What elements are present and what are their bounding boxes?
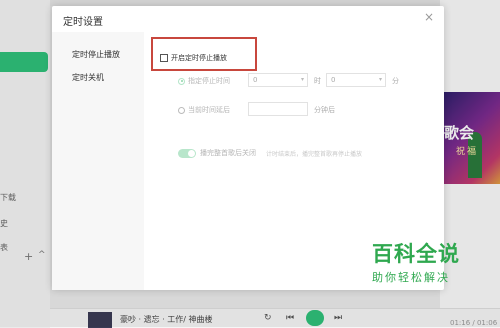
enable-timer-label: 开启定时停止播放	[171, 54, 227, 62]
minute-unit: 分	[392, 77, 399, 85]
hour-select[interactable]: 0 ▾	[248, 73, 308, 87]
dialog-title: 定时设置	[63, 17, 103, 28]
dialog-nav: 定时停止播放 定时关机	[52, 32, 144, 290]
specified-time-label: 指定停止时间	[188, 77, 230, 85]
nav-item-stop-playback[interactable]: 定时停止播放	[72, 49, 120, 60]
enable-timer-checkbox[interactable]	[160, 54, 168, 62]
finish-song-toggle[interactable]	[178, 148, 196, 158]
finish-song-row: 播完整首歌后关闭 计时结束后，播完整首歌再停止播放	[178, 148, 362, 158]
hour-value: 0	[253, 76, 258, 84]
delay-time-label: 当前时间延后	[188, 106, 230, 114]
toggle-knob	[188, 149, 195, 157]
minute-value: 0	[331, 76, 336, 84]
hour-unit: 时	[314, 77, 321, 85]
delay-minutes-input[interactable]	[248, 102, 308, 116]
watermark-title: 百科全说	[372, 242, 460, 266]
enable-timer-row[interactable]: 开启定时停止播放	[160, 53, 227, 63]
specified-time-radio[interactable]	[178, 77, 185, 85]
close-icon[interactable]: ×	[424, 11, 434, 23]
finish-song-label: 播完整首歌后关闭	[200, 149, 256, 157]
delay-unit: 分钟后	[314, 106, 335, 114]
watermark-logo: 百科全说 助你轻松解决	[372, 238, 460, 285]
nav-item-shutdown[interactable]: 定时关机	[72, 72, 104, 83]
watermark-subtitle: 助你轻松解决	[372, 271, 450, 284]
delay-time-option[interactable]: 当前时间延后	[178, 105, 230, 115]
chevron-down-icon: ▾	[300, 76, 304, 83]
specified-time-option[interactable]: 指定停止时间	[178, 76, 230, 86]
minute-select[interactable]: 0 ▾	[326, 73, 386, 87]
chevron-down-icon: ▾	[378, 76, 382, 83]
delay-time-radio[interactable]	[178, 106, 185, 114]
finish-song-hint: 计时结束后，播完整首歌再停止播放	[266, 150, 363, 158]
